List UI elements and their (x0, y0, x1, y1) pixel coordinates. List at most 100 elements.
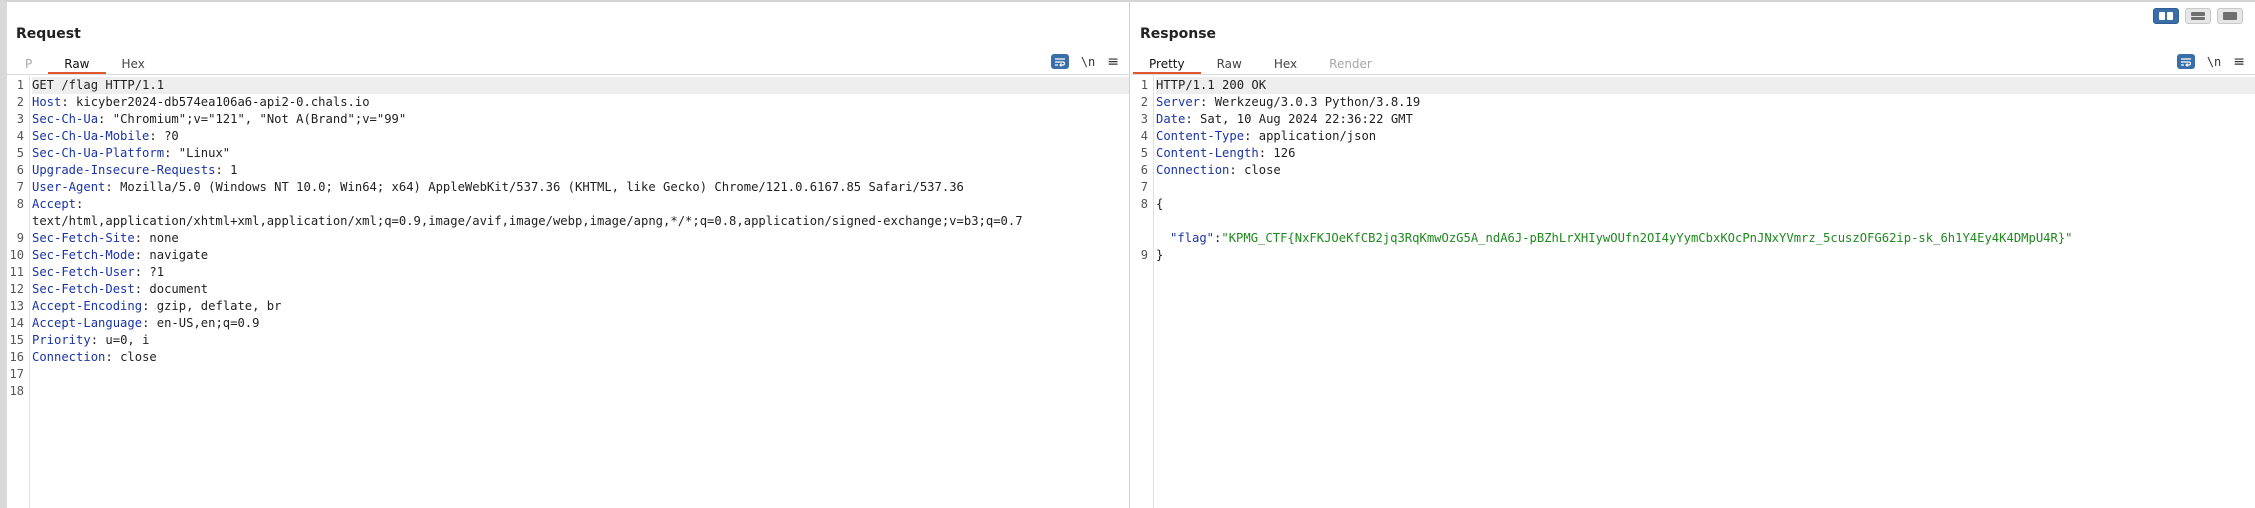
header-name: Connection (32, 350, 106, 364)
header-name: User-Agent (32, 180, 106, 194)
header-line: Sec-Fetch-User: ?1 (32, 264, 1129, 281)
header-value: 126 (1273, 146, 1296, 160)
request-first-line: GET /flag HTTP/1.1 (32, 77, 1129, 94)
response-status-line: HTTP/1.1 200 OK (1156, 77, 2255, 94)
header-name: Content-Type (1156, 129, 1245, 143)
response-tab-render[interactable]: Render (1313, 54, 1388, 74)
line-number: 16 (9, 350, 24, 364)
request-code[interactable]: GET /flag HTTP/1.1 Host: kicyber2024-db5… (30, 75, 1129, 508)
line-number: 9 (1140, 248, 1148, 262)
request-word-wrap-button[interactable] (1050, 54, 1069, 69)
response-tabbar: Pretty Raw Hex Render \n ≡ (1131, 48, 2255, 75)
header-line: Content-Type: application/json (1156, 128, 2255, 145)
line-number: 3 (16, 112, 24, 126)
response-tab-pretty[interactable]: Pretty (1133, 54, 1201, 74)
header-name: Sec-Fetch-Mode (32, 248, 135, 262)
response-title: Response (1140, 26, 1217, 42)
line-number: 8 (1140, 197, 1148, 211)
header-name: Sec-Fetch-User (32, 265, 135, 279)
header-value: application/json (1258, 129, 1377, 143)
header-separator: : (149, 129, 165, 143)
line-number: 2 (16, 95, 24, 109)
header-name: Accept-Encoding (32, 299, 143, 313)
header-line: Accept-Language: en-US,en;q=0.9 (32, 315, 1129, 332)
header-value: none (149, 231, 179, 245)
empty-line (32, 383, 1129, 400)
json-close-brace: } (1156, 248, 1164, 262)
json-open-brace: { (1156, 197, 1164, 211)
request-tabbar: P Raw Hex \n ≡ (7, 48, 1129, 75)
line-number: 9 (16, 231, 24, 245)
header-line: Sec-Ch-Ua-Mobile: ?0 (32, 128, 1129, 145)
header-separator: : (1258, 146, 1274, 160)
header-separator: : (134, 265, 150, 279)
line-number: 14 (9, 316, 24, 330)
header-name: Server (1156, 95, 1201, 109)
line-number: 13 (9, 299, 24, 313)
response-newline-toggle[interactable]: \n (2207, 55, 2221, 69)
line-number (1131, 213, 1153, 230)
header-line: Upgrade-Insecure-Requests: 1 (32, 162, 1129, 179)
header-separator: : (134, 282, 150, 296)
request-menu-icon[interactable]: ≡ (1107, 55, 1119, 69)
line-number: 6 (16, 163, 24, 177)
response-tab-hex[interactable]: Hex (1258, 54, 1313, 74)
request-editor[interactable]: 1 2 3 4 5 6 7 8 9 10 11 12 13 14 15 16 17 18 GET /flag HT… (7, 75, 1129, 508)
header-separator: : (105, 180, 121, 194)
header-line: Accept-Encoding: gzip, deflate, br (32, 298, 1129, 315)
response-word-wrap-button[interactable] (2176, 54, 2195, 69)
response-menu-icon[interactable]: ≡ (2233, 55, 2245, 69)
empty-line (1156, 264, 2255, 281)
line-number: 1 (16, 78, 24, 92)
header-separator: : (76, 197, 84, 211)
header-value: en-US,en;q=0.9 (156, 316, 260, 330)
line-number: 3 (1140, 112, 1148, 126)
header-line: Host: kicyber2024-db574ea106a6-api2-0.ch… (32, 94, 1129, 111)
request-tab-raw[interactable]: Raw (48, 54, 106, 74)
response-editor[interactable]: 1 2 3 4 5 6 7 8 9 HTTP/1.1 200 OK Server: Werkze… (1131, 75, 2255, 508)
response-tab-raw[interactable]: Raw (1201, 54, 1258, 74)
json-key-flag: "flag" (1170, 231, 1215, 245)
request-tools: \n ≡ (1050, 54, 1119, 69)
header-line: Connection: close (1156, 162, 2255, 179)
header-name: Connection (1156, 163, 1230, 177)
header-value: kicyber2024-db574ea106a6-api2-0.chals.io (76, 95, 370, 109)
wrap-icon (2180, 57, 2191, 67)
line-number: 17 (9, 367, 24, 381)
request-newline-toggle[interactable]: \n (1081, 55, 1095, 69)
line-number: 5 (1140, 146, 1148, 160)
header-separator: : (215, 163, 231, 177)
header-line: Sec-Fetch-Mode: navigate (32, 247, 1129, 264)
header-separator: : (142, 299, 157, 313)
header-line: Accept: text/html,application/xhtml+xml,a… (32, 196, 1129, 230)
header-line: Priority: u=0, i (32, 332, 1129, 349)
header-name: Accept (32, 197, 77, 211)
header-line: Sec-Fetch-Site: none (32, 230, 1129, 247)
line-number: 1 (1140, 78, 1148, 92)
line-number: 18 (9, 384, 24, 398)
header-value: close (120, 350, 157, 364)
response-code[interactable]: HTTP/1.1 200 OK Server: Werkzeug/3.0.3 P… (1154, 75, 2255, 508)
header-value: ?1 (149, 265, 165, 279)
line-number: 4 (1140, 129, 1148, 143)
request-tab-pretty[interactable]: P (9, 54, 48, 74)
header-value: navigate (149, 248, 209, 262)
line-number: 12 (9, 282, 24, 296)
header-value: Mozilla/5.0 (Windows NT 10.0; Win64; x64… (120, 180, 964, 194)
header-value: ?0 (164, 129, 179, 143)
header-name: Sec-Ch-Ua-Mobile (32, 129, 150, 143)
empty-line (1156, 213, 2255, 230)
header-separator: : (1244, 129, 1259, 143)
line-number: 8 (16, 197, 24, 211)
header-name: Upgrade-Insecure-Requests (32, 163, 216, 177)
header-name: Priority (32, 333, 91, 347)
header-separator: : (1200, 95, 1215, 109)
line-number: 15 (9, 333, 24, 347)
request-tab-hex[interactable]: Hex (106, 54, 161, 74)
header-value: u=0, i (105, 333, 150, 347)
request-title: Request (16, 26, 81, 42)
header-separator: : (1229, 163, 1245, 177)
header-value: 1 (230, 163, 238, 177)
empty-line (32, 366, 1129, 383)
line-number (1131, 230, 1153, 247)
